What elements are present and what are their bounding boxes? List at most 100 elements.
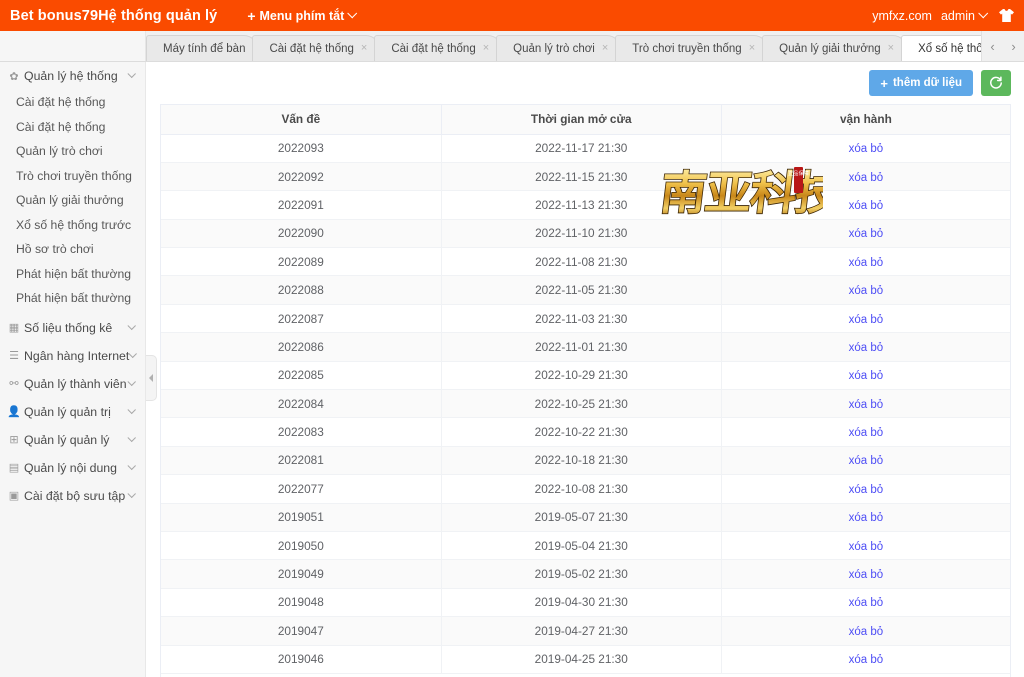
delete-link[interactable]: xóa bỏ	[849, 597, 884, 609]
cell-open-time: 2022-11-13 21:30	[441, 190, 722, 220]
chevron-down-icon	[128, 349, 138, 358]
cell-operation: xóa bỏ	[721, 389, 1010, 419]
chevron-down-icon	[347, 8, 358, 19]
delete-link[interactable]: xóa bỏ	[849, 427, 884, 439]
delete-link[interactable]: xóa bỏ	[849, 626, 884, 638]
delete-link[interactable]: xóa bỏ	[849, 399, 884, 411]
cell-issue: 2019047	[161, 616, 442, 646]
table-row: 2019050 2019-05-04 21:30 xóa bỏ	[161, 531, 1010, 561]
chevron-down-icon	[127, 377, 136, 386]
delete-link[interactable]: xóa bỏ	[849, 654, 884, 666]
sidebar-group-8[interactable]: ▣ Cài đặt bộ sưu tập	[0, 482, 145, 510]
tab-close-icon[interactable]: ×	[361, 43, 367, 54]
sidebar-collapse-handle[interactable]	[146, 355, 157, 401]
sidebar-item[interactable]: Trò chơi truyền thống	[0, 164, 145, 189]
sidebar-item[interactable]: Quản lý giải thưởng	[0, 188, 145, 213]
cell-issue: 2019048	[161, 588, 442, 618]
sidebar-item[interactable]: Cài đặt hệ thống	[0, 115, 145, 140]
tab-prev-button[interactable]: ‹	[982, 31, 1003, 61]
chevron-left-icon	[149, 374, 153, 382]
delete-link[interactable]: xóa bỏ	[849, 569, 884, 581]
sidebar-item[interactable]: Quản lý trò chơi	[0, 139, 145, 164]
sidebar-navigation: ✿ Quản lý hệ thống Cài đặt hệ thống Cài đặt…	[0, 62, 146, 677]
sidebar-item[interactable]: Phát hiện bất thường	[0, 286, 145, 311]
plus-icon: +	[880, 75, 888, 91]
cell-open-time: 2022-10-25 21:30	[441, 389, 722, 419]
delete-link[interactable]: xóa bỏ	[849, 200, 884, 212]
sidebar-item[interactable]: Phát hiện bất thường	[0, 262, 145, 287]
sidebar-group-6[interactable]: ⊞ Quản lý quản lý	[0, 426, 145, 454]
tshirt-icon[interactable]	[995, 8, 1015, 23]
app-brand-title: Bet bonus79Hệ thống quản lý	[10, 7, 218, 24]
delete-link[interactable]: xóa bỏ	[849, 342, 884, 354]
sidebar-group-1[interactable]: ✿ Quản lý hệ thống	[0, 62, 145, 90]
delete-link[interactable]: xóa bỏ	[849, 143, 884, 155]
tab-item[interactable]: Cài đặt hệ thống ×	[374, 35, 503, 61]
cell-open-time: 2022-10-08 21:30	[441, 474, 722, 504]
add-data-button[interactable]: + thêm dữ liệu	[869, 70, 973, 96]
tab-close-icon[interactable]: ×	[888, 43, 894, 54]
lottery-issues-table: Vấn đề Thời gian mở cửa vận hành 2022093…	[161, 105, 1010, 674]
user-menu-button[interactable]: admin	[941, 8, 989, 23]
chevron-down-icon	[127, 461, 136, 470]
cell-open-time: 2022-10-22 21:30	[441, 417, 722, 447]
tab-item[interactable]: Cài đặt hệ thống ×	[252, 35, 381, 61]
refresh-button[interactable]	[981, 70, 1011, 96]
delete-link[interactable]: xóa bỏ	[849, 285, 884, 297]
plus-icon: +	[247, 7, 256, 24]
delete-link[interactable]: xóa bỏ	[849, 172, 884, 184]
tab-next-button[interactable]: ›	[1003, 31, 1024, 61]
delete-link[interactable]: xóa bỏ	[849, 228, 884, 240]
content-toolbar: + thêm dữ liệu	[147, 62, 1024, 104]
grid-icon: ⊞	[9, 434, 19, 446]
cell-operation: xóa bỏ	[721, 361, 1010, 391]
delete-link[interactable]: xóa bỏ	[849, 370, 884, 382]
tab-item[interactable]: Máy tính để bàn	[146, 35, 259, 61]
tab-item[interactable]: Quản lý trò chơi ×	[496, 35, 622, 61]
cell-operation: xóa bỏ	[721, 134, 1010, 163]
cell-issue: 2022088	[161, 275, 442, 305]
sidebar-item[interactable]: Hồ sơ trò chơi	[0, 237, 145, 262]
column-header-open-time[interactable]: Thời gian mở cửa	[441, 105, 722, 135]
tab-item[interactable]: Xổ số hệ thống	[901, 35, 981, 61]
tab-close-icon[interactable]: ×	[602, 43, 608, 54]
column-header-operation[interactable]: vận hành	[721, 105, 1010, 135]
users-icon: ⚯	[9, 378, 19, 390]
column-header-issue[interactable]: Vấn đề	[161, 105, 442, 135]
cell-open-time: 2019-05-02 21:30	[441, 559, 722, 589]
sidebar-item[interactable]: Xổ số hệ thống trước	[0, 213, 145, 238]
delete-link[interactable]: xóa bỏ	[849, 314, 884, 326]
cell-issue: 2022084	[161, 389, 442, 419]
tab-nav-controls: ‹ ›	[981, 31, 1024, 61]
sidebar-group-3[interactable]: ☰ Ngân hàng Internet	[0, 342, 145, 370]
tab-close-icon[interactable]: ×	[749, 43, 755, 54]
delete-link[interactable]: xóa bỏ	[849, 455, 884, 467]
chevron-down-icon	[127, 489, 136, 498]
shortcut-menu-button[interactable]: + Menu phím tắt	[247, 7, 358, 24]
table-row: 2022089 2022-11-08 21:30 xóa bỏ	[161, 247, 1010, 277]
delete-link[interactable]: xóa bỏ	[849, 257, 884, 269]
cell-open-time: 2022-11-15 21:30	[441, 162, 722, 192]
refresh-icon	[990, 76, 1002, 89]
delete-link[interactable]: xóa bỏ	[849, 484, 884, 496]
cell-issue: 2022085	[161, 361, 442, 391]
sidebar-item[interactable]: Cài đặt hệ thống	[0, 90, 145, 115]
tab-item[interactable]: Quản lý giải thưởng ×	[762, 35, 908, 61]
table-row: 2022083 2022-10-22 21:30 xóa bỏ	[161, 417, 1010, 447]
tab-item[interactable]: Trò chơi truyền thống ×	[615, 35, 769, 61]
tab-close-icon[interactable]: ×	[483, 43, 489, 54]
table-row: 2022077 2022-10-08 21:30 xóa bỏ	[161, 474, 1010, 504]
sidebar-group-5[interactable]: 👤 Quản lý quản trị	[0, 398, 145, 426]
delete-link[interactable]: xóa bỏ	[849, 541, 884, 553]
domain-label[interactable]: ymfxz.com	[872, 9, 932, 23]
cell-issue: 2022086	[161, 332, 442, 362]
cell-operation: xóa bỏ	[721, 588, 1010, 618]
main-content-area: + thêm dữ liệu Vấn đề Thời gian mở cửa v…	[147, 62, 1024, 677]
cell-operation: xóa bỏ	[721, 275, 1010, 305]
table-header-row: Vấn đề Thời gian mở cửa vận hành	[161, 105, 1010, 135]
list-icon: ☰	[9, 350, 19, 362]
delete-link[interactable]: xóa bỏ	[849, 512, 884, 524]
sidebar-group-2[interactable]: ▦ Số liệu thống kê	[0, 314, 145, 342]
sidebar-group-4[interactable]: ⚯ Quản lý thành viên	[0, 370, 145, 398]
sidebar-group-7[interactable]: ▤ Quản lý nội dung	[0, 454, 145, 482]
